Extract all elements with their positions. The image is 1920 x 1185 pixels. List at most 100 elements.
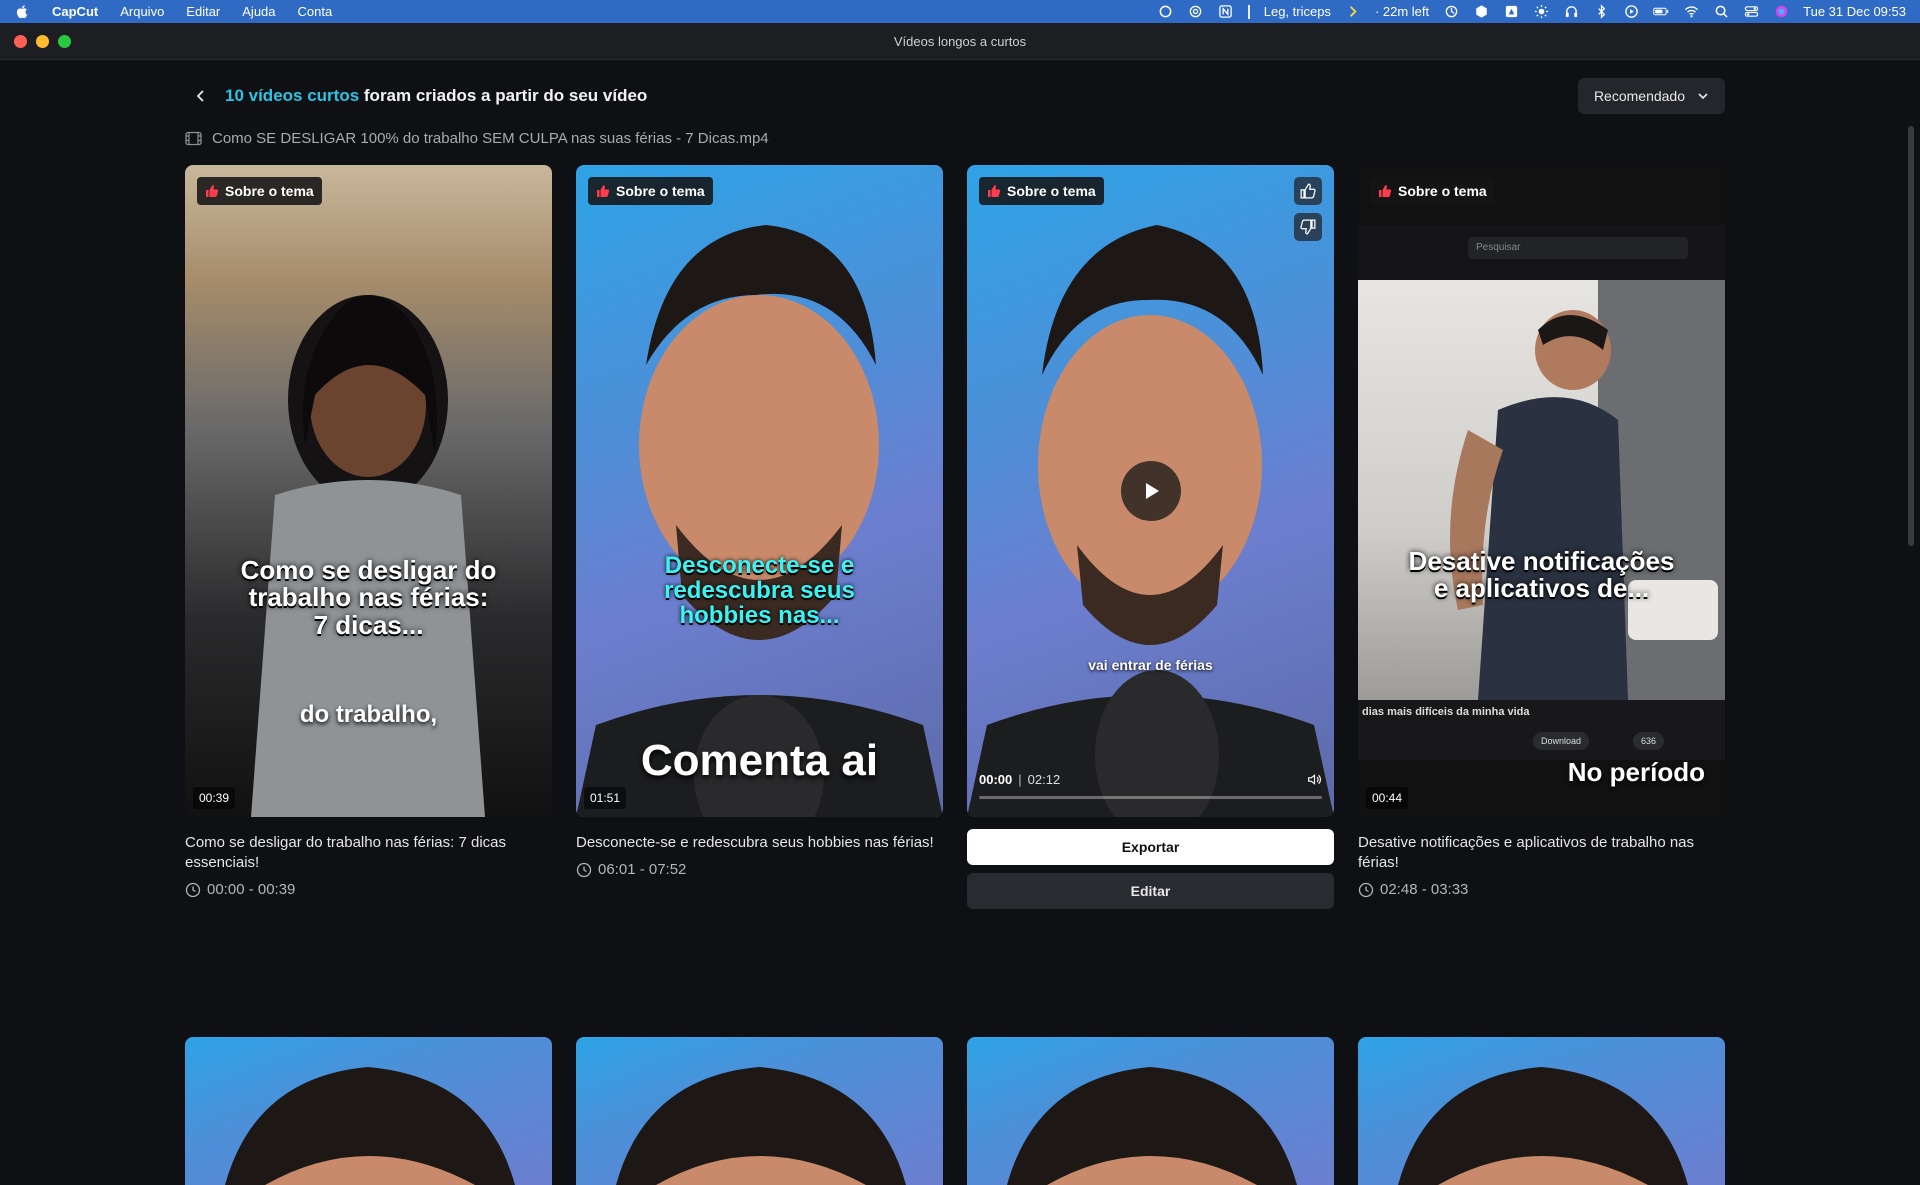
source-filename: Como SE DESLIGAR 100% do trabalho SEM CU… <box>212 129 769 147</box>
clip-thumbnail-row2[interactable] <box>185 1037 552 1185</box>
man-hair-illustration <box>1398 1067 1688 1185</box>
status-workout-text[interactable]: Leg, triceps <box>1264 4 1331 19</box>
window-title: Vídeos longos a curtos <box>893 33 1027 49</box>
clip-video-player[interactable]: Sobre o tema vai entrar de férias 00:00 … <box>967 165 1334 817</box>
clip-time-range: 02:48 - 03:33 <box>1358 881 1725 898</box>
player-controls: 00:00 | 02:12 <box>979 772 1322 787</box>
bluetooth-icon[interactable] <box>1593 4 1609 19</box>
clip-duration: 01:51 <box>584 787 627 809</box>
topic-tag-label: Sobre o tema <box>1398 183 1487 199</box>
clip-card-selected[interactable]: Sobre o tema vai entrar de férias 00:00 … <box>967 165 1334 909</box>
man-hair-illustration <box>225 1067 515 1185</box>
back-button[interactable] <box>185 80 217 112</box>
thumbs-up-icon <box>988 185 1001 197</box>
menu-editar[interactable]: Editar <box>186 4 220 19</box>
topic-tag: Sobre o tema <box>197 177 322 205</box>
clip-time-range: 00:00 - 00:39 <box>185 881 552 898</box>
clip-caption: Desative notificações e aplicativos de t… <box>1358 834 1695 871</box>
screen-top-bar: Pesquisar <box>1358 225 1725 287</box>
export-button[interactable]: Exportar <box>967 829 1334 865</box>
status-time-left[interactable]: · 22m left <box>1375 4 1429 19</box>
clip-caption: Desconecte-se e redescubra seus hobbies … <box>576 834 934 851</box>
clip-overlay-subtitle: vai entrar de férias <box>1088 657 1213 673</box>
apple-icon[interactable] <box>14 5 30 19</box>
openai-icon[interactable] <box>1188 5 1204 19</box>
volume-icon[interactable] <box>1306 773 1322 787</box>
clip-card[interactable]: Sobre o tema Desconecte-se e redescubra … <box>576 165 943 878</box>
thumbs-up-icon <box>597 185 610 197</box>
clock-icon <box>576 862 592 877</box>
screen-bottom-bar: dias mais difíceis da minha vida Downloa… <box>1358 700 1725 760</box>
man-figure-illustration <box>576 225 943 817</box>
topic-tag: Sobre o tema <box>979 177 1104 205</box>
clip-duration: 00:39 <box>193 787 236 809</box>
clock-icon <box>185 882 201 897</box>
menu-app-name[interactable]: CapCut <box>52 4 98 19</box>
thumbs-down-outline-icon <box>1300 219 1316 235</box>
zoom-window-button[interactable] <box>58 35 71 48</box>
clip-thumbnail[interactable]: Sobre o tema Como se desligar do trabalh… <box>185 165 552 817</box>
clip-thumbnail-row2[interactable] <box>967 1037 1334 1185</box>
topic-tag: Sobre o tema <box>1370 177 1495 205</box>
brightness-icon[interactable] <box>1533 4 1549 19</box>
window-title-bar: Vídeos longos a curtos <box>0 23 1920 60</box>
play-button[interactable] <box>1121 461 1181 521</box>
play-icon <box>1146 483 1159 499</box>
clip-time-range: 06:01 - 07:52 <box>576 861 943 878</box>
clip-duration: 00:44 <box>1366 787 1409 809</box>
notion-icon[interactable] <box>1218 5 1234 19</box>
spotlight-search-icon[interactable] <box>1713 5 1729 19</box>
source-video: Como SE DESLIGAR 100% do trabalho SEM CU… <box>185 128 769 148</box>
thumbs-up-outline-icon <box>1300 183 1316 199</box>
clip-thumbnail-row2[interactable] <box>1358 1037 1725 1185</box>
topic-tag: Sobre o tema <box>588 177 713 205</box>
circle-status-icon[interactable] <box>1158 5 1174 19</box>
results-header: 10 vídeos curtos foram criados a partir … <box>185 76 1725 116</box>
edit-button[interactable]: Editar <box>967 873 1334 909</box>
film-icon <box>185 131 202 145</box>
clip-card[interactable]: Sobre o tema Como se desligar do trabalh… <box>185 165 552 898</box>
siri-icon[interactable] <box>1773 5 1789 19</box>
clip-count: 10 vídeos curtos <box>225 86 360 105</box>
man-hair-illustration <box>616 1067 906 1185</box>
clip-thumbnail[interactable]: Sobre o tema Desconecte-se e redescubra … <box>576 165 943 817</box>
window-controls <box>14 35 71 48</box>
time-separator: | <box>1018 772 1022 787</box>
screen-like-pill: 636 <box>1633 732 1665 750</box>
clip-thumbnail[interactable]: Pesquisar dias mais difíceis da minha vi… <box>1358 165 1725 817</box>
kitchen-scene <box>1358 280 1725 700</box>
focus-icon[interactable] <box>1443 5 1459 19</box>
control-center-icon[interactable] <box>1743 5 1759 19</box>
menu-arquivo[interactable]: Arquivo <box>120 4 164 19</box>
menubar-clock[interactable]: Tue 31 Dec 09:53 <box>1803 4 1906 19</box>
minimize-window-button[interactable] <box>36 35 49 48</box>
page-title-rest: foram criados a partir do seu vídeo <box>359 86 648 105</box>
clip-thumbnail-row2[interactable] <box>576 1037 943 1185</box>
vertical-scrollbar[interactable] <box>1908 126 1914 546</box>
player-progress-bar[interactable] <box>979 796 1322 799</box>
sort-dropdown[interactable]: Recomendado <box>1577 78 1725 114</box>
clock-icon <box>1358 882 1374 897</box>
chevron-down-icon <box>1698 93 1708 100</box>
like-button[interactable] <box>1294 177 1322 205</box>
hexagon-app-icon[interactable] <box>1473 5 1489 19</box>
headphones-icon[interactable] <box>1563 5 1579 19</box>
play-circle-icon[interactable] <box>1623 5 1639 19</box>
clip-time-range-text: 02:48 - 03:33 <box>1380 881 1469 898</box>
wifi-icon[interactable] <box>1683 5 1699 19</box>
battery-icon[interactable] <box>1653 5 1669 19</box>
menu-conta[interactable]: Conta <box>298 4 333 19</box>
clip-card[interactable]: Pesquisar dias mais difíceis da minha vi… <box>1358 165 1725 898</box>
dislike-button[interactable] <box>1294 213 1322 241</box>
man-in-kitchen-illustration <box>1450 280 1725 700</box>
topic-tag-label: Sobre o tema <box>616 183 705 199</box>
screen-search-box: Pesquisar <box>1468 237 1688 259</box>
thumbs-up-icon <box>206 185 219 197</box>
topic-tag-label: Sobre o tema <box>1007 183 1096 199</box>
menu-ajuda[interactable]: Ajuda <box>242 4 275 19</box>
close-window-button[interactable] <box>14 35 27 48</box>
page-title: 10 vídeos curtos foram criados a partir … <box>225 86 647 106</box>
player-current-time: 00:00 <box>979 772 1013 787</box>
clip-overlay-title: Desconecte-se e redescubra seus hobbies … <box>664 552 855 630</box>
drive-icon[interactable] <box>1503 5 1519 19</box>
